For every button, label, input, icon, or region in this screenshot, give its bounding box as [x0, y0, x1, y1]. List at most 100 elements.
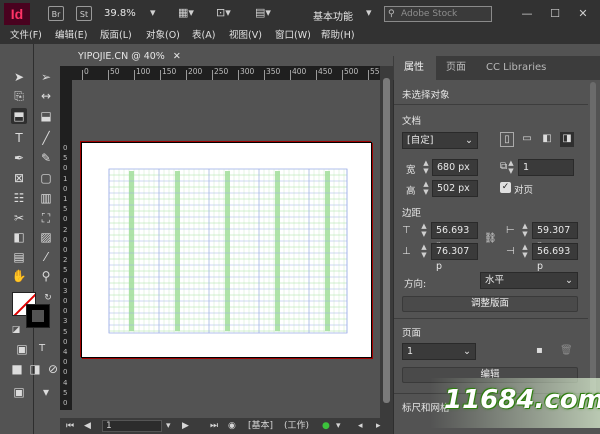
scissors-tool-icon[interactable]: ✂: [11, 210, 27, 226]
margin-bottom-field[interactable]: 76.307 p: [431, 243, 478, 272]
free-transform-tool-icon[interactable]: ⛶: [38, 210, 54, 226]
note-tool-icon[interactable]: ▤: [11, 249, 27, 265]
orientation-select[interactable]: 水平 ⌄: [480, 272, 578, 289]
maximize-icon[interactable]: ☐: [544, 6, 566, 22]
page-number-field[interactable]: 1: [102, 420, 162, 432]
panel-scrollbar[interactable]: [588, 82, 598, 422]
page-select[interactable]: 1 ⌄: [402, 343, 476, 360]
scroll-left-icon[interactable]: ◂: [358, 418, 363, 434]
previous-page-icon[interactable]: ◀: [84, 418, 91, 434]
margin-right-field[interactable]: 56.693 p: [532, 243, 578, 272]
screen-mode-normal-icon[interactable]: ▣: [11, 384, 27, 400]
bridge-button[interactable]: Br: [48, 6, 64, 21]
vertical-ruler[interactable]: 05010150200250300350400450: [60, 80, 72, 410]
zoom-tool-icon[interactable]: ⚲: [38, 268, 54, 284]
open-document-icon[interactable]: ◉: [228, 418, 236, 434]
gradient-swatch-tool-icon[interactable]: ◧: [11, 229, 27, 245]
margin-left-stepper-icon[interactable]: ▲ ▼: [519, 222, 531, 239]
stroke-swatch[interactable]: [26, 304, 50, 328]
ruler-origin[interactable]: [60, 66, 72, 80]
menu-view[interactable]: 视图(V): [229, 29, 262, 43]
document-tab[interactable]: YIPOJIE.CN @ 40% ✕: [72, 48, 184, 66]
menu-window[interactable]: 窗口(W): [275, 29, 311, 43]
apply-gradient-icon[interactable]: ◨: [27, 361, 43, 377]
direct-selection-tool-icon[interactable]: ➢: [38, 69, 54, 85]
workspace-dropdown-icon[interactable]: ▾: [366, 6, 372, 20]
panel-scroll-thumb[interactable]: [590, 82, 596, 402]
new-page-icon[interactable]: ▪: [536, 344, 543, 358]
tab-cc-libraries[interactable]: CC Libraries: [486, 60, 546, 76]
margin-right-stepper-icon[interactable]: ▲ ▼: [519, 243, 531, 260]
zoom-level[interactable]: 39.8%: [104, 8, 136, 19]
menu-object[interactable]: 对象(O): [146, 29, 180, 43]
preflight-status-icon[interactable]: ●: [322, 418, 330, 434]
arrange-documents-icon[interactable]: ▤▾: [255, 6, 271, 20]
default-colors-icon[interactable]: ◪: [8, 322, 24, 338]
link-margins-icon[interactable]: ⛓: [484, 232, 497, 246]
stock-button[interactable]: St: [76, 6, 92, 21]
tab-pages[interactable]: 页面: [446, 60, 466, 76]
view-options-icon[interactable]: ▦▾: [178, 6, 194, 20]
vertical-scrollbar[interactable]: [380, 66, 393, 418]
rectangle-tool-icon[interactable]: ▢: [38, 170, 54, 186]
height-field[interactable]: 502 px: [432, 180, 478, 197]
menu-help[interactable]: 帮助(H): [321, 29, 355, 43]
facing-pages-checkbox[interactable]: ✓: [500, 182, 511, 193]
pages-count-field[interactable]: 1: [518, 159, 574, 176]
scroll-thumb[interactable]: [383, 78, 390, 403]
document-page[interactable]: [81, 142, 372, 358]
screen-mode-menu-icon[interactable]: ▾: [38, 384, 54, 400]
formatting-text-icon[interactable]: T: [34, 341, 50, 357]
content-placer-icon[interactable]: ⬓: [38, 108, 54, 124]
next-page-icon[interactable]: ▶: [182, 418, 189, 434]
selection-tool-icon[interactable]: ➤: [11, 69, 27, 85]
eyedropper-tool-icon[interactable]: ⁄: [38, 249, 54, 265]
margin-top-field[interactable]: 56.693 p: [431, 222, 478, 251]
pencil-tool-icon[interactable]: ✎: [38, 150, 54, 166]
menu-file[interactable]: 文件(F): [10, 29, 42, 43]
apply-none-icon[interactable]: ⊘: [45, 361, 61, 377]
workspace-switcher[interactable]: 基本功能: [313, 8, 353, 23]
pen-tool-icon[interactable]: ✒: [11, 150, 27, 166]
tab-properties[interactable]: 属性: [404, 60, 424, 76]
delete-page-icon[interactable]: 🗑: [560, 344, 573, 358]
pages-stepper-icon[interactable]: ▲ ▼: [505, 159, 517, 176]
apply-color-icon[interactable]: ■: [9, 361, 25, 377]
menu-table[interactable]: 表(A): [192, 29, 215, 43]
zoom-dropdown-icon[interactable]: ▾: [150, 6, 156, 20]
horizontal-grid-tool-icon[interactable]: ☷: [11, 190, 27, 206]
adjust-layout-button[interactable]: 调整版面: [402, 296, 578, 312]
gap-tool-icon[interactable]: ↔: [38, 88, 54, 104]
rectangle-frame-tool-icon[interactable]: ⊠: [11, 170, 27, 186]
width-stepper-icon[interactable]: ▲ ▼: [420, 159, 432, 176]
horizontal-ruler[interactable]: 050100150200250300350400450500550600: [72, 66, 410, 80]
margin-left-field[interactable]: 59.307 p: [532, 222, 578, 251]
close-icon[interactable]: ✕: [572, 6, 594, 22]
page-menu-icon[interactable]: ▾: [166, 418, 171, 434]
preflight-menu-icon[interactable]: ▾: [336, 418, 341, 434]
height-stepper-icon[interactable]: ▲ ▼: [420, 180, 432, 197]
vertical-grid-tool-icon[interactable]: ▥: [38, 190, 54, 206]
document-preset-select[interactable]: [自定] ⌄: [402, 132, 478, 149]
formatting-container-icon[interactable]: ▣: [14, 341, 30, 357]
binding-right-icon[interactable]: ◨: [560, 132, 574, 147]
gradient-feather-tool-icon[interactable]: ▨: [38, 229, 54, 245]
adobe-stock-search[interactable]: ⚲ Adobe Stock: [384, 6, 492, 22]
content-collector-icon[interactable]: ⬒: [11, 108, 27, 124]
close-tab-icon[interactable]: ✕: [173, 51, 181, 62]
line-tool-icon[interactable]: ╱: [38, 130, 54, 146]
binding-left-icon[interactable]: ◧: [540, 132, 554, 147]
landscape-icon[interactable]: ▭: [520, 132, 534, 147]
menu-layout[interactable]: 版面(L): [100, 29, 132, 43]
hand-tool-icon[interactable]: ✋: [11, 268, 27, 284]
width-field[interactable]: 680 px: [432, 159, 478, 176]
scroll-right-icon[interactable]: ▸: [376, 418, 381, 434]
last-page-icon[interactable]: ⏭: [210, 418, 218, 434]
page-tool-icon[interactable]: ⎘: [11, 88, 27, 104]
menu-edit[interactable]: 编辑(E): [55, 29, 87, 43]
margin-top-stepper-icon[interactable]: ▲ ▼: [418, 222, 430, 239]
margin-bottom-stepper-icon[interactable]: ▲ ▼: [418, 243, 430, 260]
type-tool-icon[interactable]: T: [11, 130, 27, 146]
portrait-icon[interactable]: ▯: [500, 132, 514, 147]
first-page-icon[interactable]: ⏮: [66, 418, 74, 434]
